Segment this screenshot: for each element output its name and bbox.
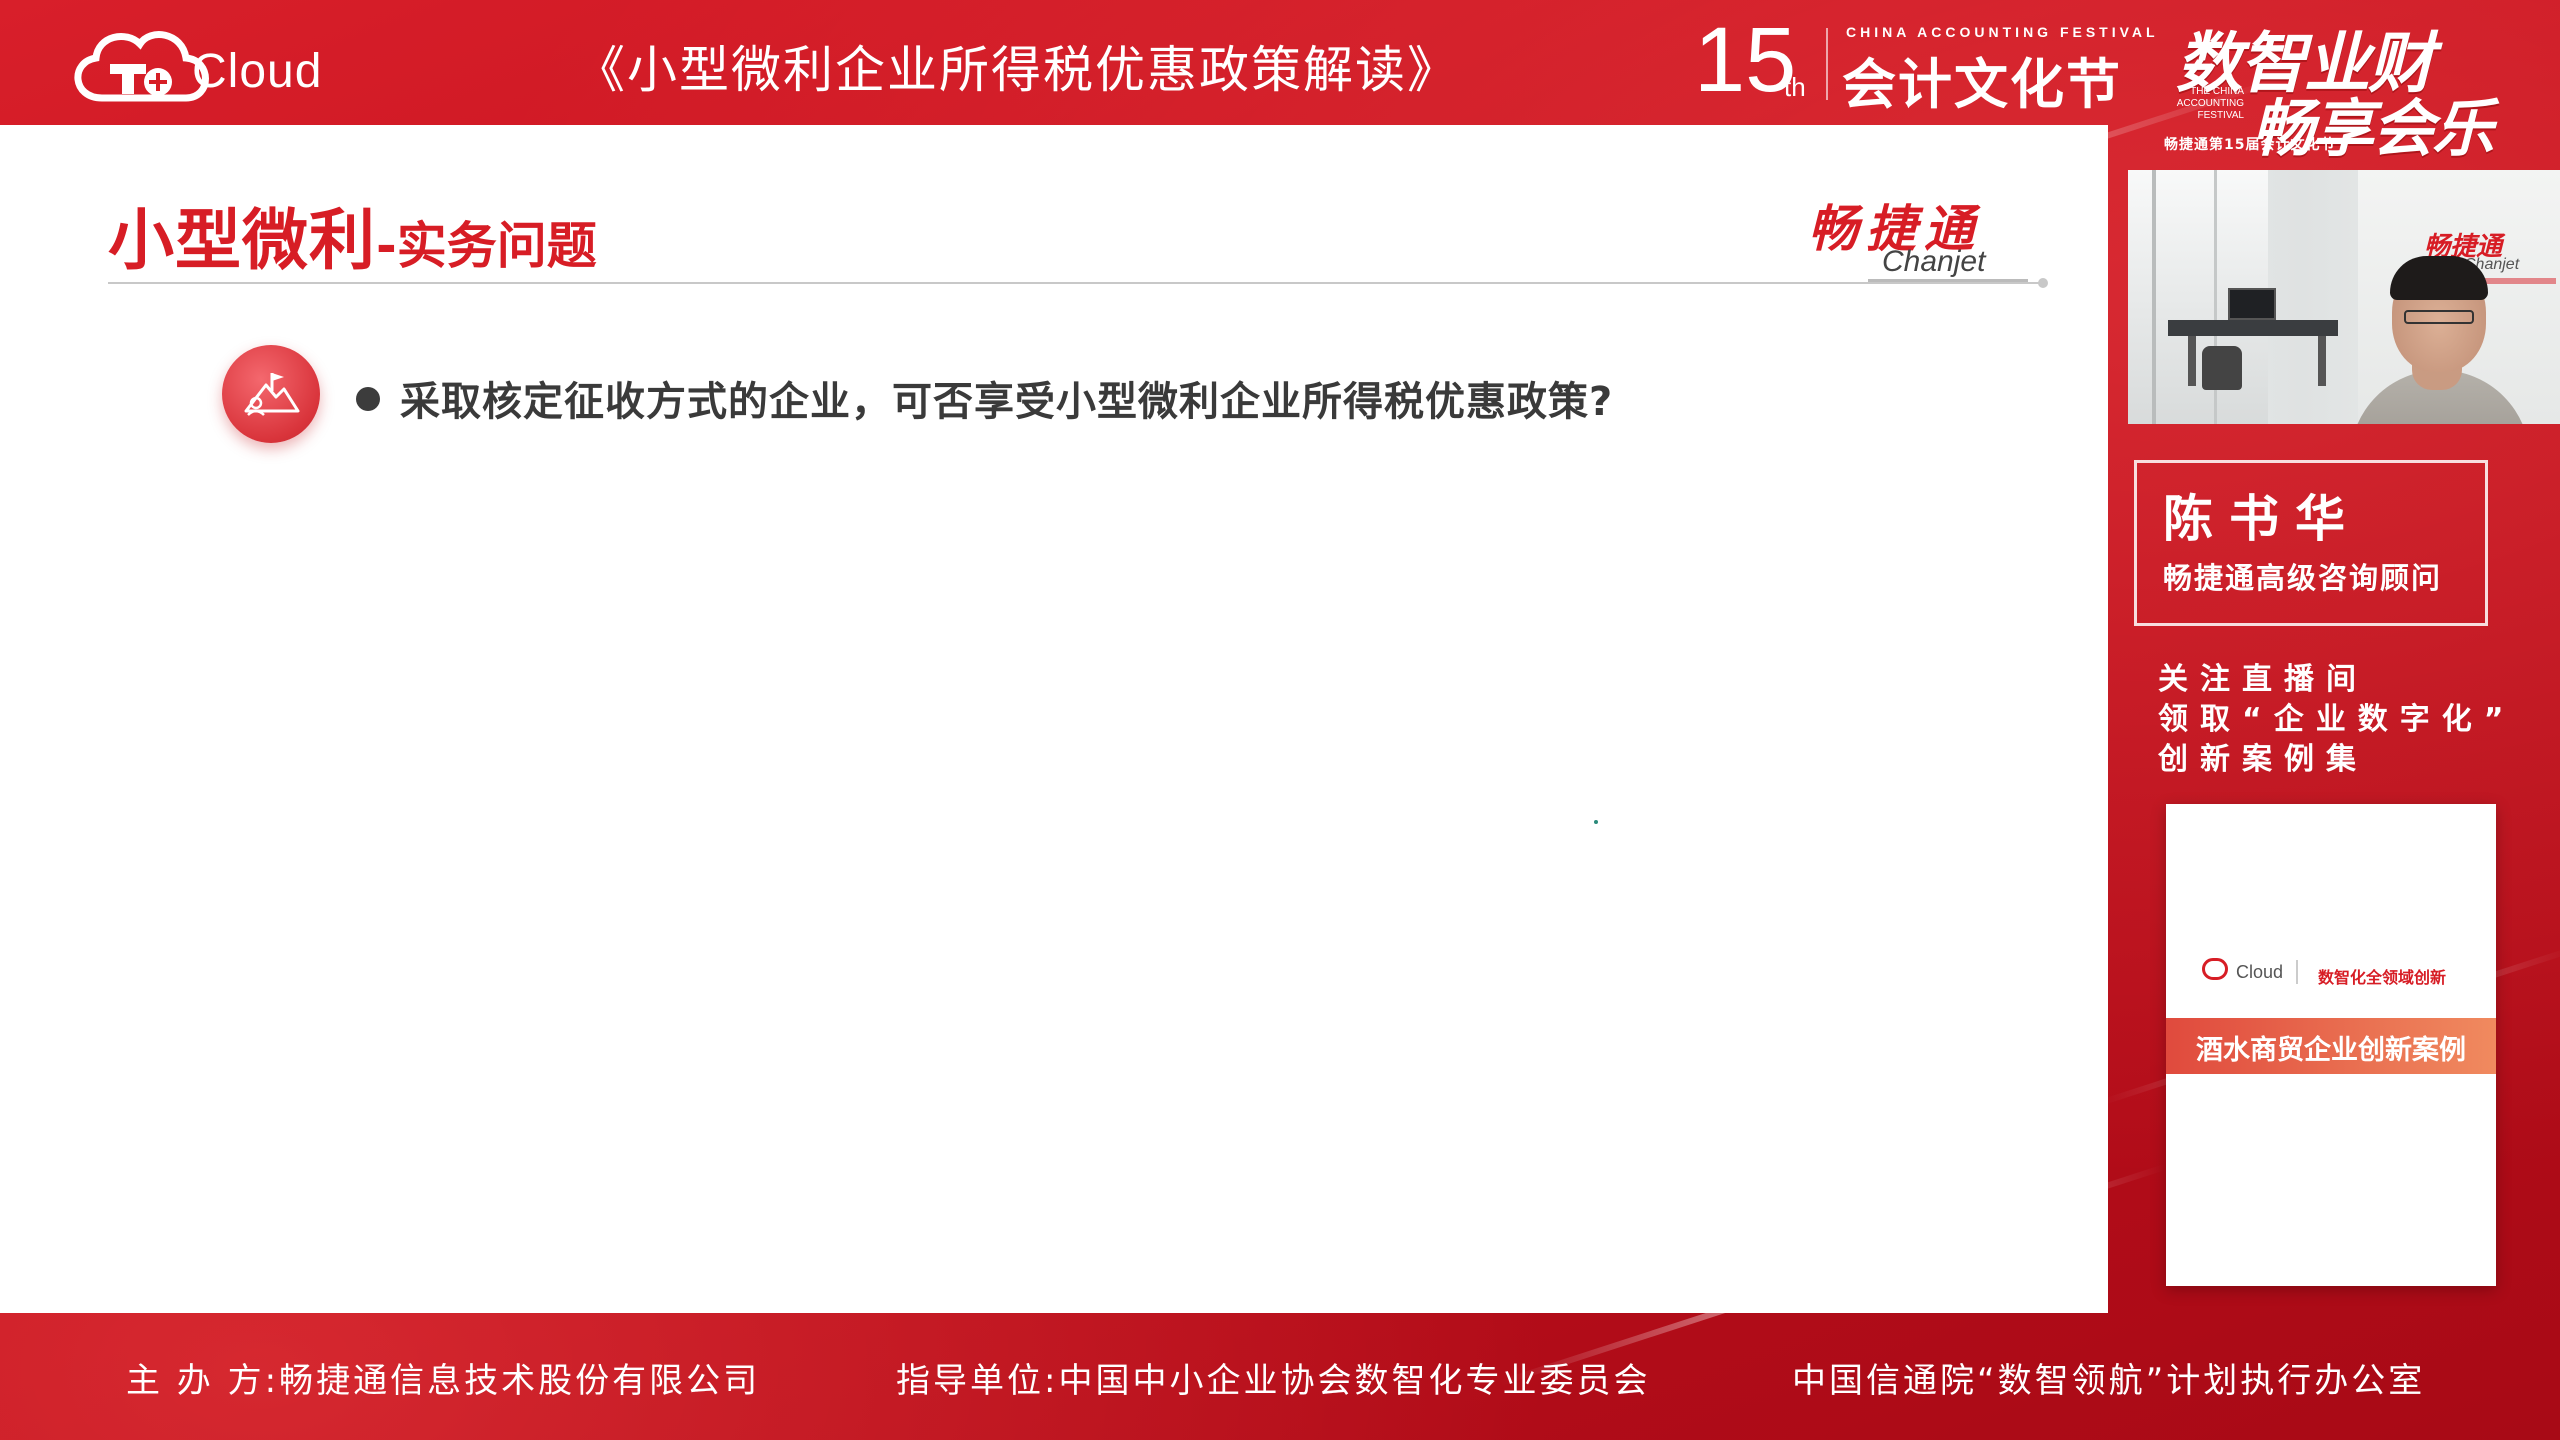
video-desk — [2168, 320, 2338, 336]
title-divider — [108, 282, 2044, 284]
promo-line-3: 创新案例集 — [2158, 742, 2368, 777]
speaker-hair — [2390, 256, 2488, 300]
speaker-role: 畅捷通高级咨询顾问 — [2163, 561, 2443, 595]
video-monitor — [2228, 288, 2276, 320]
presentation-slide: 小型微利-实务问题 畅捷通 Chanjet 采取核定征收方式的企业，可否享受小型… — [0, 125, 2108, 1313]
card-divider — [2296, 960, 2298, 984]
chanjet-logo: 畅捷通 Chanjet — [1808, 189, 2028, 289]
video-chair — [2202, 346, 2242, 390]
festival-divider — [1826, 28, 1828, 100]
card-cloud-icon — [2202, 958, 2228, 980]
footer-organizer: 主 办 方:畅捷通信息技术股份有限公司 — [126, 1361, 761, 1401]
pointer-dot — [1594, 820, 1598, 824]
speaker-video: 畅捷通 Chanjet — [2128, 170, 2560, 424]
speaker-name-card: 陈书华 畅捷通高级咨询顾问 — [2134, 460, 2488, 626]
slogan-english: THE CHINA ACCOUNTING FESTIVAL — [2176, 86, 2244, 121]
festival-english: CHINA ACCOUNTING FESTIVAL — [1846, 24, 2159, 40]
slide-title-sub: -实务问题 — [376, 217, 597, 275]
footer-guide-unit: 指导单位:中国中小企业协会数智化专业委员会 — [896, 1361, 1651, 1401]
slogan-line-2: 畅享会乐 — [2252, 92, 2494, 165]
session-title: 《小型微利企业所得税优惠政策解读》 — [575, 41, 1459, 99]
logo-text: Cloud — [192, 45, 323, 98]
footer-banner: 主 办 方:畅捷通信息技术股份有限公司 指导单位:中国中小企业协会数智化专业委员… — [0, 1313, 2560, 1440]
card-title-band: 酒水商贸企业创新案例 — [2166, 1018, 2496, 1074]
festival-chinese: 会计文化节 — [1842, 53, 2122, 116]
speaker-name: 陈书华 — [2163, 490, 2361, 548]
festival-slogan: 数智业财 THE CHINA ACCOUNTING FESTIVAL 畅享会乐 … — [2160, 0, 2560, 165]
question-badge — [222, 345, 320, 443]
footer-executive-office: 中国信通院“数智领航”计划执行办公室 — [1792, 1361, 2426, 1401]
question-bullet — [356, 387, 380, 411]
festival-number: 15 — [1694, 9, 1797, 111]
card-slogan: 数智化全领域创新 — [2318, 968, 2447, 987]
video-window-frame — [2152, 170, 2156, 424]
promo-line-2: 领取“企业数字化” — [2158, 702, 2516, 737]
slide-title-main: 小型微利 — [108, 202, 376, 279]
case-study-card[interactable]: Cloud 数智化全领域创新 酒水商贸企业创新案例 — [2166, 804, 2496, 1286]
video-desk-leg — [2188, 336, 2196, 386]
title-divider-dot — [2038, 278, 2048, 288]
live-stream-frame: Cloud 《小型微利企业所得税优惠政策解读》 15 th CHINA ACCO… — [0, 0, 2560, 1440]
mountain-flag-icon — [244, 373, 300, 416]
card-logo-text: Cloud — [2236, 962, 2284, 982]
chanjet-logo-en: Chanjet — [1882, 245, 1986, 278]
festival-suffix: th — [1784, 72, 1806, 102]
card-title: 酒水商贸企业创新案例 — [2196, 1035, 2466, 1066]
promo-line-1: 关注直播间 — [2158, 662, 2368, 697]
speaker-glasses — [2404, 310, 2474, 324]
question-text: 采取核定征收方式的企业，可否享受小型微利企业所得税优惠政策? — [400, 379, 1614, 425]
video-desk-leg — [2318, 336, 2326, 386]
slogan-subtitle: 畅捷通第15届会计文化节 — [2164, 137, 2336, 153]
slide-title: 小型微利-实务问题 — [108, 187, 597, 283]
